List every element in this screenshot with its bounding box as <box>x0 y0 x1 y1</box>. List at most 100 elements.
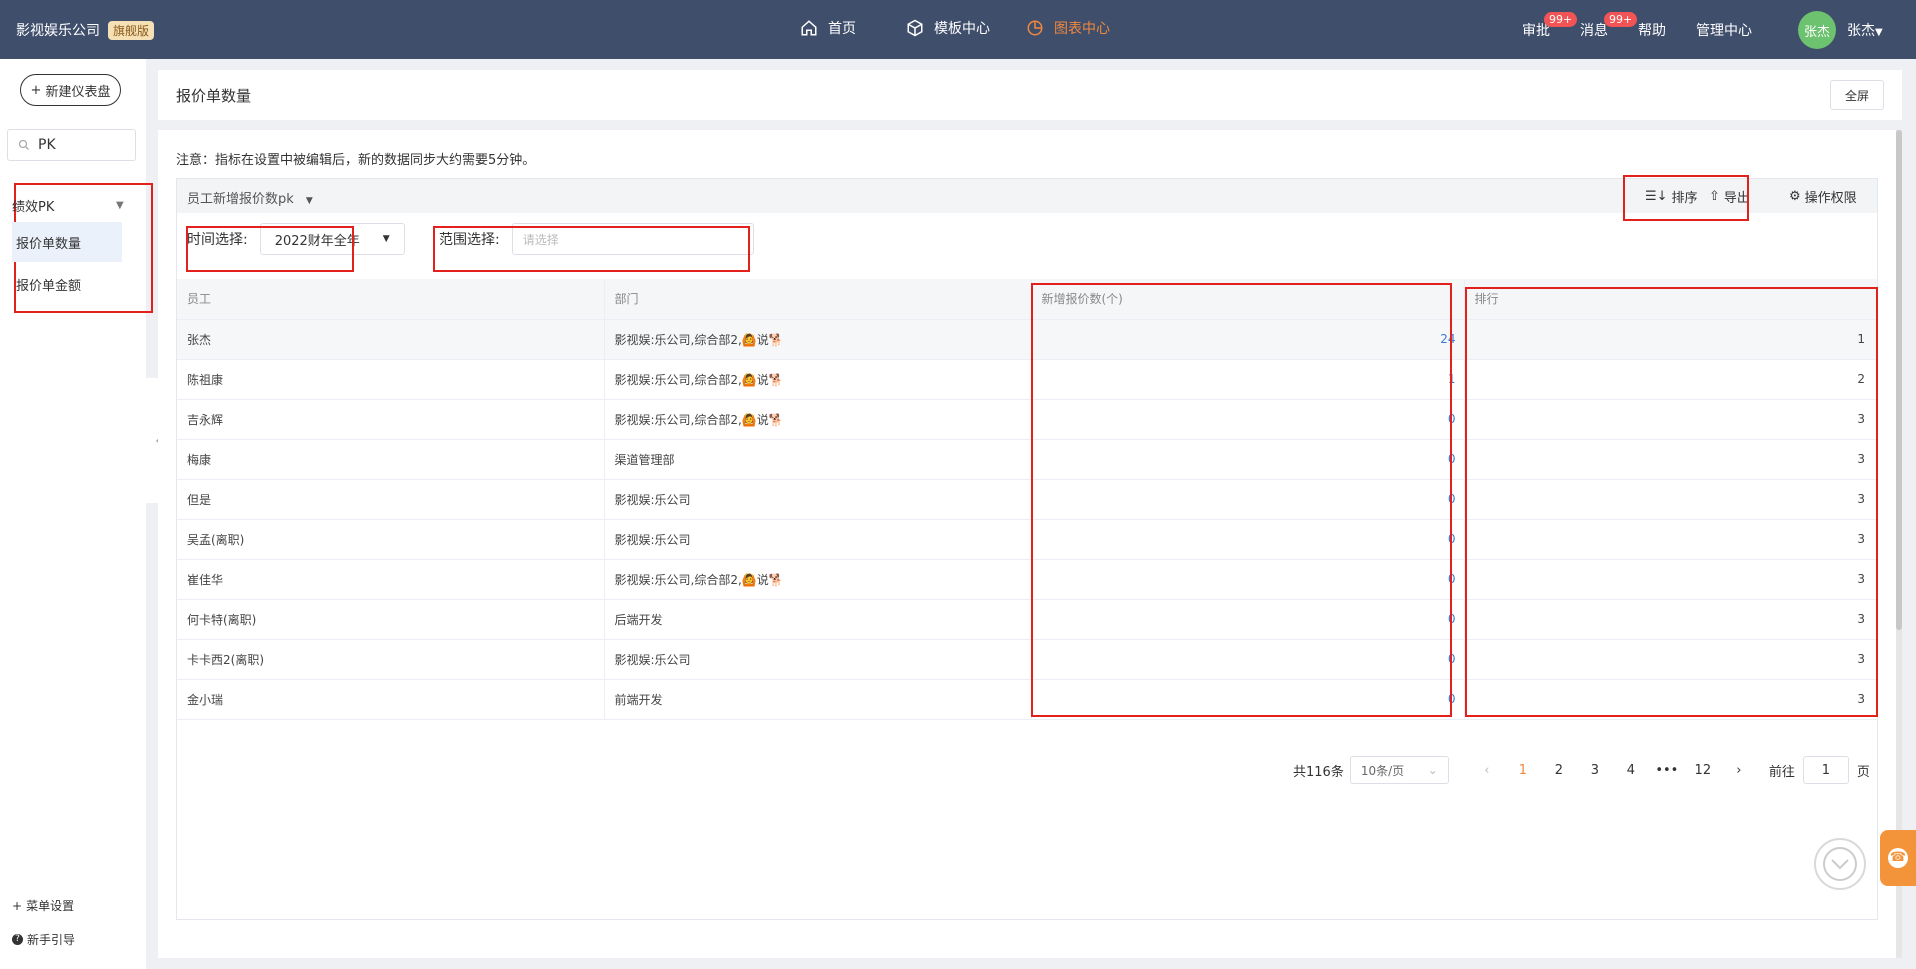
new-dashboard-button[interactable]: + 新建仪表盘 <box>20 74 121 106</box>
page-button-2[interactable]: 2 <box>1541 763 1577 778</box>
goto-page-input[interactable]: 1 <box>1802 756 1849 784</box>
search-icon <box>18 139 29 150</box>
plus-icon: + <box>12 898 23 913</box>
total-count: 共116条 <box>1293 764 1344 780</box>
home-icon <box>801 20 817 36</box>
department-cell: 后端开发 <box>604 599 1032 640</box>
page-button-12[interactable]: 12 <box>1685 763 1721 778</box>
employee-cell: 梅康 <box>177 439 605 480</box>
department-cell: 渠道管理部 <box>604 439 1032 480</box>
page-title: 报价单数量 <box>176 87 252 105</box>
highlight-box <box>433 226 750 272</box>
nav-template-center[interactable]: 模板中心 <box>906 18 990 38</box>
nav-home[interactable]: 首页 <box>800 18 856 38</box>
guide-label: 新手引导 <box>27 933 76 947</box>
pie-chart-icon <box>1027 20 1043 36</box>
fullscreen-button[interactable]: 全屏 <box>1830 80 1884 110</box>
employee-cell: 张杰 <box>177 319 605 360</box>
page-button-4[interactable]: 4 <box>1613 763 1649 778</box>
scroll-down-button[interactable] <box>1814 838 1866 890</box>
nav-chart-label: 图表中心 <box>1054 21 1110 37</box>
approve-badge: 99+ <box>1544 12 1578 27</box>
permissions-label: 操作权限 <box>1804 191 1857 206</box>
card-title: 员工新增报价数pk <box>187 192 294 207</box>
card-title-dropdown[interactable]: 员工新增报价数pk ▼ <box>187 188 313 207</box>
company-name: 影视娱乐公司 <box>16 23 100 39</box>
page-button-1[interactable]: 1 <box>1505 763 1541 778</box>
card-header: 员工新增报价数pk ▼ ☰↓ 排序 ⇧ 导出 ⚙ 操作权限 <box>177 179 1877 213</box>
prev-page-button[interactable]: ‹ <box>1469 763 1505 778</box>
department-cell: 影视娱:乐公司,综合部2,🙆说🐕 <box>604 319 1032 360</box>
brand[interactable]: 影视娱乐公司 旗舰版 <box>16 20 155 40</box>
user-name: 张杰 <box>1847 23 1875 39</box>
department-cell: 前端开发 <box>604 679 1032 720</box>
department-cell: 影视娱:乐公司,综合部2,🙆说🐕 <box>604 399 1032 440</box>
department-cell: 影视娱:乐公司 <box>604 639 1032 680</box>
approve-label: 审批 <box>1522 23 1550 39</box>
highlight-box <box>186 226 354 272</box>
cube-icon <box>907 19 923 37</box>
nav-template-label: 模板中心 <box>934 21 990 37</box>
guide-link[interactable]: ? 新手引导 <box>12 931 75 948</box>
column-header-employee[interactable]: 员工 <box>177 279 605 320</box>
highlight-box <box>1465 287 1878 717</box>
scrollbar-thumb[interactable] <box>1896 130 1902 630</box>
employee-cell: 金小瑞 <box>177 679 605 720</box>
nav-chart-center[interactable]: 图表中心 <box>1026 18 1110 38</box>
permissions-button[interactable]: ⚙ 操作权限 <box>1789 187 1857 206</box>
department-cell: 影视娱:乐公司,综合部2,🙆说🐕 <box>604 559 1032 600</box>
edition-badge: 旗舰版 <box>108 21 155 40</box>
employee-cell: 卡卡西2(离职) <box>177 639 605 680</box>
next-page-button[interactable]: › <box>1721 763 1757 778</box>
nav-home-label: 首页 <box>828 21 856 37</box>
sidebar-search-input[interactable]: PK <box>7 129 136 161</box>
employee-cell: 但是 <box>177 479 605 520</box>
sidebar-item-quote-count[interactable]: 报价单数量 <box>12 222 122 262</box>
goto-label: 前往 <box>1768 764 1795 780</box>
phone-contact-button[interactable]: ☎ <box>1880 830 1916 886</box>
chevron-down-icon <box>1823 847 1857 881</box>
page-ellipsis[interactable]: ••• <box>1649 763 1685 778</box>
page-header: 报价单数量 全屏 <box>158 70 1902 120</box>
employee-cell: 崔佳华 <box>177 559 605 600</box>
main-panel: 注意：指标在设置中被编辑后，新的数据同步大约需要5分钟。 员工新增报价数pk ▼… <box>158 130 1902 958</box>
sidebar: + 新建仪表盘 PK 绩效PK ▼ 报价单数量 报价单金额 + 菜单设置 ? 新… <box>0 59 153 969</box>
page-button-3[interactable]: 3 <box>1577 763 1613 778</box>
admin-center-link[interactable]: 管理中心 <box>1696 20 1752 40</box>
phone-icon: ☎ <box>1888 848 1908 868</box>
plus-icon: + <box>30 82 42 98</box>
message-badge: 99+ <box>1604 12 1638 27</box>
page-suffix: 页 <box>1856 764 1870 780</box>
caret-down-icon: ▼ <box>305 196 313 206</box>
message-link[interactable]: 消息 99+ <box>1580 12 1638 40</box>
chevron-down-icon: ▼ <box>1875 27 1883 38</box>
help-circle-icon: ? <box>12 934 23 945</box>
help-link[interactable]: 帮助 <box>1638 20 1666 40</box>
top-navigation-bar: 影视娱乐公司 旗舰版 首页 模板中心 图表中心 审批 99+ 消息 99+ 帮助 … <box>0 0 1916 59</box>
sync-note: 注意：指标在设置中被编辑后，新的数据同步大约需要5分钟。 <box>176 153 536 168</box>
page-size-select[interactable]: 10条/页 ⌄ <box>1349 756 1449 784</box>
page-size-value: 10条/页 <box>1360 763 1405 778</box>
menu-settings-link[interactable]: + 菜单设置 <box>12 897 74 914</box>
column-header-department[interactable]: 部门 <box>604 279 1032 320</box>
caret-down-icon: ▼ <box>116 199 124 211</box>
gear-icon: ⚙ <box>1789 189 1801 204</box>
avatar[interactable]: 张杰 <box>1798 11 1836 49</box>
chevron-down-icon: ⌄ <box>1427 763 1438 777</box>
employee-cell: 何卡特(离职) <box>177 599 605 640</box>
highlight-box <box>1623 175 1749 221</box>
sidebar-item-quote-amount[interactable]: 报价单金额 <box>12 264 122 304</box>
pagination: 共116条 10条/页 ⌄ ‹ 1 2 3 4 ••• 12 › 前往 1 页 <box>1293 756 1870 784</box>
sidebar-group-label: 绩效PK <box>12 199 55 215</box>
sidebar-group-performance-pk[interactable]: 绩效PK ▼ <box>12 190 136 220</box>
message-label: 消息 <box>1580 23 1608 39</box>
menu-settings-label: 菜单设置 <box>26 899 75 913</box>
user-menu[interactable]: 张杰▼ <box>1847 20 1883 40</box>
approve-link[interactable]: 审批 99+ <box>1522 12 1578 40</box>
department-cell: 影视娱:乐公司 <box>604 479 1032 520</box>
department-cell: 影视娱:乐公司 <box>604 519 1032 560</box>
employee-cell: 吴孟(离职) <box>177 519 605 560</box>
employee-cell: 吉永辉 <box>177 399 605 440</box>
new-dashboard-label: 新建仪表盘 <box>45 84 111 100</box>
department-cell: 影视娱:乐公司,综合部2,🙆说🐕 <box>604 359 1032 400</box>
